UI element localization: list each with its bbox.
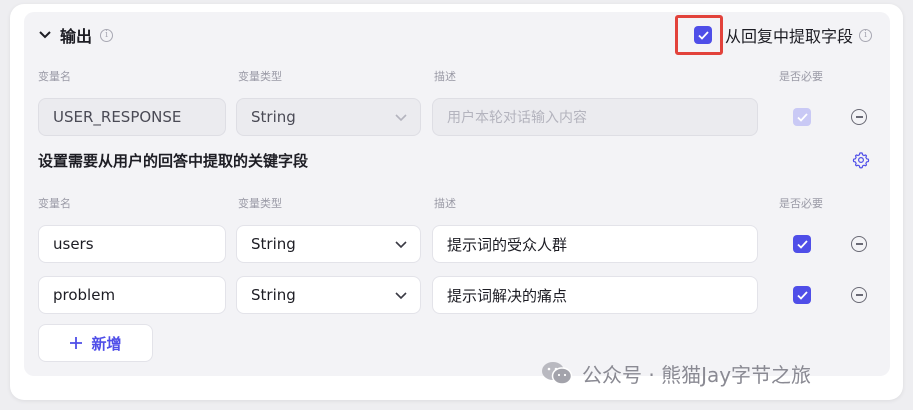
wechat-icon xyxy=(542,362,573,385)
info-icon[interactable]: i xyxy=(100,28,114,42)
header-required: 是否必要 xyxy=(779,70,823,83)
field-name-value: users xyxy=(53,235,94,253)
watermark-text: 公众号 · 熊猫Jay字节之旅 xyxy=(582,362,812,387)
field-required-checkbox[interactable] xyxy=(793,286,811,304)
watermark: 公众号 · 熊猫Jay字节之旅 xyxy=(540,358,811,388)
field-desc-input[interactable]: 提示词的受众人群 xyxy=(432,225,758,263)
fixed-type-select: String xyxy=(236,98,421,136)
field-type-select[interactable]: String xyxy=(236,276,421,314)
header-desc: 描述 xyxy=(434,197,456,210)
header-type: 变量类型 xyxy=(238,70,282,83)
field-name-value: problem xyxy=(53,286,116,304)
field-desc-value: 提示词的受众人群 xyxy=(447,235,568,254)
field-name-input[interactable]: users xyxy=(38,225,226,263)
remove-row-icon[interactable] xyxy=(851,287,867,303)
field-type-value: String xyxy=(251,235,296,253)
fixed-desc-placeholder: 用户本轮对话输入内容 xyxy=(447,110,587,126)
header-name: 变量名 xyxy=(38,197,71,210)
fixed-name-value: USER_RESPONSE xyxy=(53,108,182,126)
extract-fields-label-wrap: 从回复中提取字段 i xyxy=(725,23,873,47)
chevron-down-icon xyxy=(395,114,407,122)
field-type-select[interactable]: String xyxy=(236,225,421,263)
add-field-button[interactable]: 新增 xyxy=(38,324,153,362)
extract-fields-toggle[interactable]: 从回复中提取字段 i xyxy=(675,15,873,55)
remove-fixed-row-icon[interactable] xyxy=(851,109,867,125)
field-name-input[interactable]: problem xyxy=(38,276,226,314)
fixed-type-value: String xyxy=(251,108,296,126)
remove-row-icon[interactable] xyxy=(851,236,867,252)
fixed-required-checkbox xyxy=(793,108,811,126)
header-desc: 描述 xyxy=(434,70,456,83)
highlight-box xyxy=(675,15,723,55)
field-type-value: String xyxy=(251,286,296,304)
extraction-title: 设置需要从用户的回答中提取的关键字段 xyxy=(38,152,309,170)
field-desc-value: 提示词解决的痛点 xyxy=(447,286,568,305)
fixed-name-field: USER_RESPONSE xyxy=(38,98,226,136)
chevron-down-icon xyxy=(395,241,407,249)
header-type: 变量类型 xyxy=(238,197,282,210)
output-section-header[interactable]: 输出 i xyxy=(38,24,114,46)
extract-fields-checkbox[interactable] xyxy=(694,26,712,44)
info-icon[interactable]: i xyxy=(859,28,873,42)
plus-icon xyxy=(70,337,83,349)
output-panel xyxy=(24,12,890,376)
extract-fields-label: 从回复中提取字段 xyxy=(725,27,854,46)
chevron-down-icon xyxy=(395,292,407,300)
fixed-desc-field: 用户本轮对话输入内容 xyxy=(432,98,758,136)
field-required-checkbox[interactable] xyxy=(793,235,811,253)
output-title: 输出 xyxy=(60,27,93,46)
add-field-label: 新增 xyxy=(91,334,122,353)
header-name: 变量名 xyxy=(38,70,71,83)
header-required: 是否必要 xyxy=(779,197,823,210)
field-desc-input[interactable]: 提示词解决的痛点 xyxy=(432,276,758,314)
gear-icon[interactable] xyxy=(852,151,870,169)
chevron-down-icon[interactable] xyxy=(38,28,52,42)
